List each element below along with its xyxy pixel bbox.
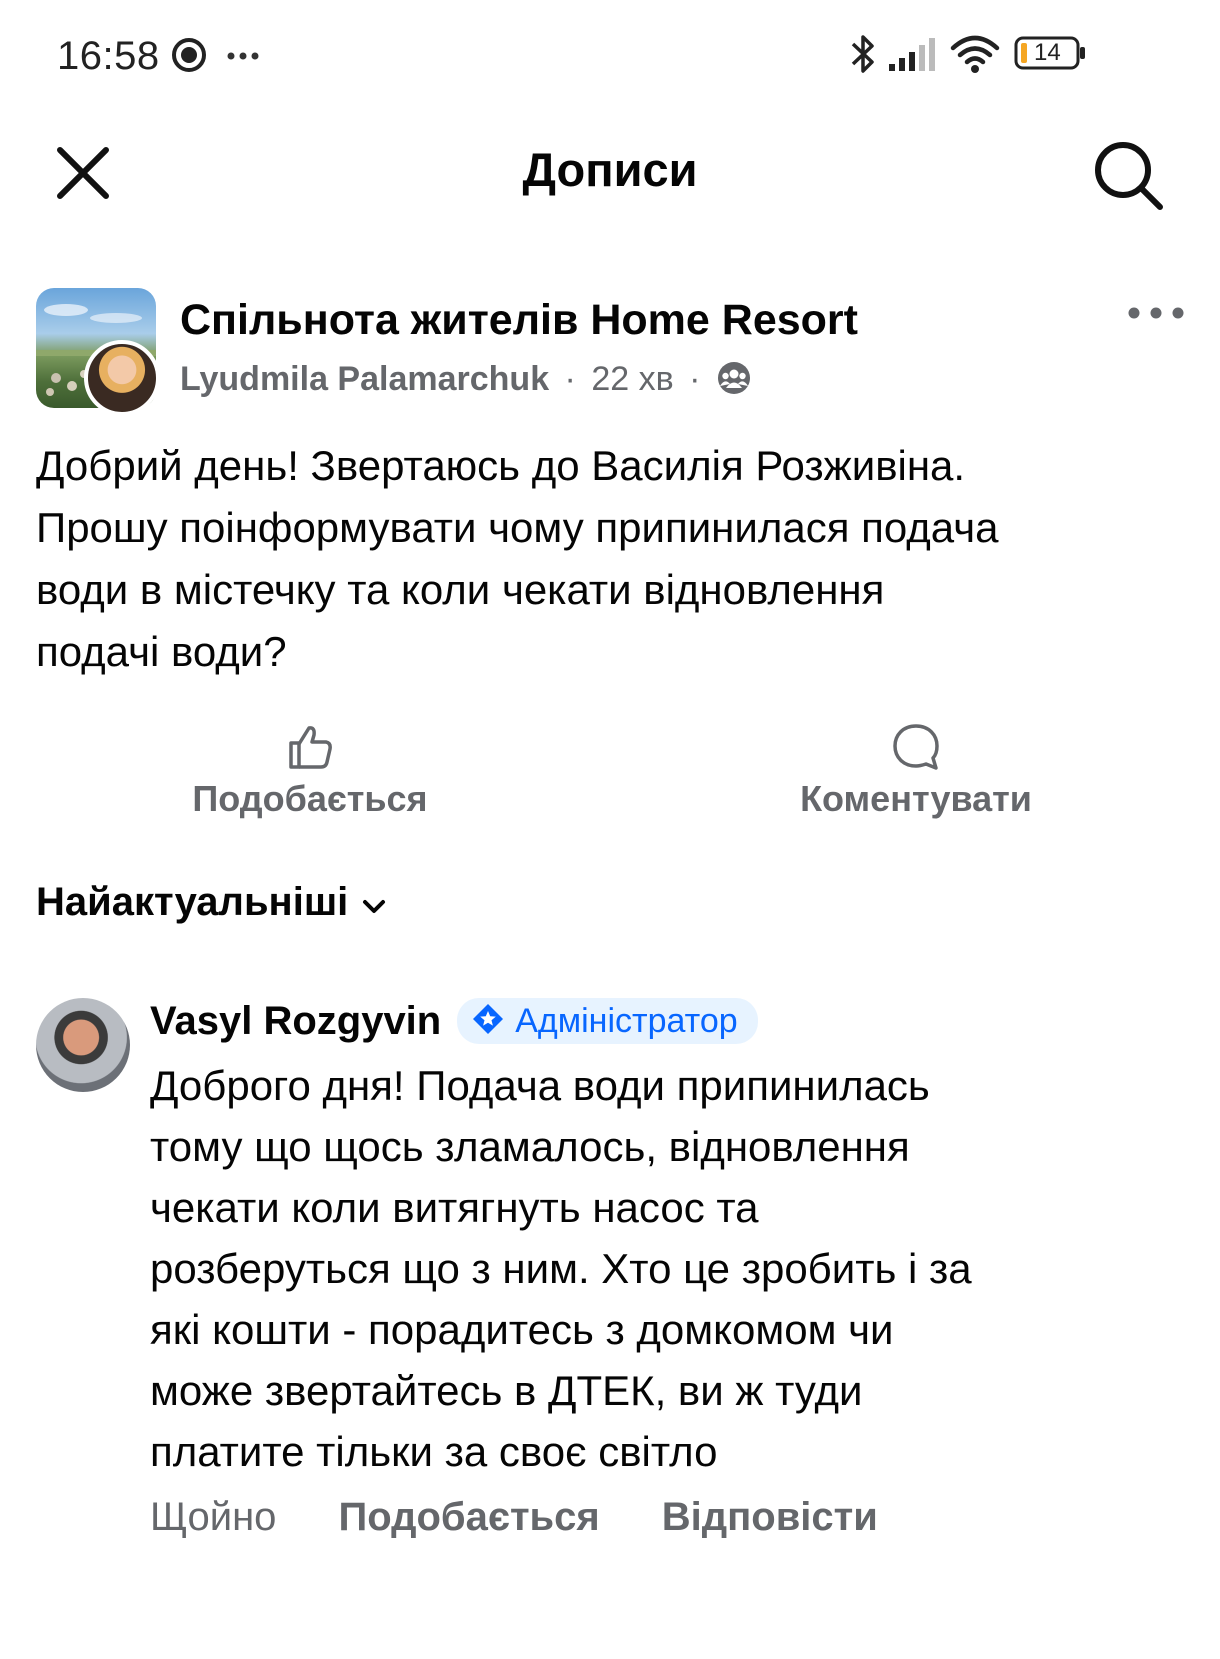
comment-text-line: може звертайтесь в ДТЕК, ви ж туди — [150, 1367, 863, 1414]
comment-text-line: розберуться що з ним. Хто це зробить і з… — [150, 1245, 972, 1292]
more-dots-icon — [226, 48, 260, 66]
comment-text-line: Доброго дня! Подача води припинилась — [150, 1062, 930, 1109]
comment-like-button[interactable]: Подобається — [338, 1495, 599, 1540]
top-bar: Дописи — [0, 112, 1220, 242]
post-text-line: подачі води? — [36, 628, 287, 675]
bluetooth-icon — [848, 32, 878, 81]
messenger-icon — [170, 36, 208, 79]
search-icon[interactable] — [1090, 137, 1166, 213]
comment-label: Коментувати — [800, 778, 1032, 819]
post-actions: Подобається Коментувати — [0, 722, 1220, 832]
wifi-icon — [950, 34, 1000, 79]
chevron-down-icon — [362, 880, 386, 925]
comment-author[interactable]: Vasyl Rozgyvin — [150, 999, 441, 1044]
post-text-line: Добрий день! Звертаюсь до Василія Розжив… — [36, 442, 966, 489]
sort-label: Найактуальніші — [36, 880, 349, 924]
comment-reply-button[interactable]: Відповісти — [662, 1495, 878, 1540]
battery-level: 14 — [1034, 39, 1061, 66]
post-header: Спільнота жителів Home Resort Lyudmila P… — [0, 280, 1220, 420]
admin-star-icon — [471, 1002, 505, 1041]
like-label: Подобається — [192, 778, 428, 819]
comment-text-line: платите тільки за своє світло — [150, 1428, 718, 1475]
comment-actions: Щойно Подобається Відповісти — [150, 1495, 878, 1540]
signal-icon — [888, 36, 940, 77]
comment-text: Доброго дня! Подача води припинилась том… — [150, 1055, 1150, 1482]
comment-text-line: чекати коли витягнуть насос та — [150, 1184, 759, 1231]
post-text-line: Прошу поінформувати чому припинилася под… — [36, 504, 999, 551]
post-author[interactable]: Lyudmila Palamarchuk — [180, 360, 549, 398]
group-members-icon — [716, 360, 752, 405]
group-name[interactable]: Спільнота жителів Home Resort — [180, 296, 858, 345]
post-time[interactable]: 22 хв — [591, 360, 673, 398]
comment-header: Vasyl Rozgyvin Адміністратор — [150, 998, 758, 1044]
commenter-avatar[interactable] — [36, 998, 130, 1092]
author-avatar[interactable] — [84, 340, 160, 416]
comment-time[interactable]: Щойно — [150, 1495, 276, 1540]
comment-bubble-icon — [891, 722, 941, 772]
comment-text-line: тому що щось зламалось, відновлення — [150, 1123, 910, 1170]
comment-text-line: які кошти - порадитесь з домкомом чи — [150, 1306, 894, 1353]
thumbs-up-icon — [285, 722, 335, 772]
sort-dropdown[interactable]: Найактуальніші — [36, 880, 386, 925]
post-text-line: води в містечку та коли чекати відновлен… — [36, 566, 885, 613]
admin-badge[interactable]: Адміністратор — [457, 998, 758, 1044]
more-options-icon[interactable] — [1126, 298, 1186, 328]
status-bar: 16:58 14 — [0, 0, 1220, 112]
page-title: Дописи — [522, 143, 698, 196]
comment-button[interactable]: Коментувати — [716, 722, 1116, 832]
post-meta: Lyudmila Palamarchuk · 22 хв · — [180, 360, 752, 405]
status-time: 16:58 — [57, 34, 160, 78]
like-button[interactable]: Подобається — [110, 722, 510, 832]
admin-badge-label: Адміністратор — [515, 1001, 738, 1040]
post-text: Добрий день! Звертаюсь до Василія Розжив… — [36, 435, 1196, 683]
